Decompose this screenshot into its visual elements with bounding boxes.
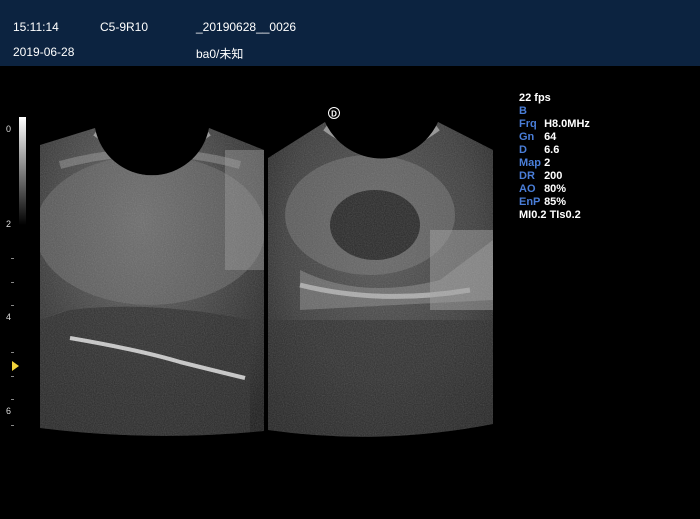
mi-ti-index: MI0.2 TIs0.2 <box>519 209 581 221</box>
ultrasound-dual-view: D <box>40 107 493 437</box>
frame-rate: 22 fps <box>519 92 551 104</box>
param-value: 6.6 <box>544 144 560 156</box>
left-image <box>40 128 264 436</box>
param-key: AO <box>519 183 536 195</box>
param-key: Gn <box>519 131 535 143</box>
param-d: D 6.6 <box>519 144 590 157</box>
param-map: Map 2 <box>519 157 590 170</box>
param-key: Map <box>519 157 541 169</box>
mode-indicator: B <box>519 105 590 118</box>
param-gn: Gn 64 <box>519 131 590 144</box>
imaging-params-panel: 22 fps B Frq H8.0MHz Gn 64 D 6.6 Map 2 D… <box>519 92 590 222</box>
param-dr: DR 200 <box>519 170 590 183</box>
param-enp: EnP 85% <box>519 196 590 209</box>
param-ao: AO 80% <box>519 183 590 196</box>
param-value: 85% <box>544 196 567 208</box>
param-frq: Frq H8.0MHz <box>519 118 590 131</box>
param-key: D <box>519 144 527 156</box>
param-key: Frq <box>519 118 537 130</box>
param-key: DR <box>519 170 535 182</box>
param-value: 200 <box>544 170 563 182</box>
mode-label: B <box>519 105 527 117</box>
param-value: 2 <box>544 157 551 169</box>
param-key: EnP <box>519 196 541 208</box>
param-value: H8.0MHz <box>544 118 590 130</box>
right-image <box>268 122 493 437</box>
param-value: 80% <box>544 183 567 195</box>
orientation-marker-letter: D <box>331 110 337 119</box>
param-value: 64 <box>544 131 557 143</box>
